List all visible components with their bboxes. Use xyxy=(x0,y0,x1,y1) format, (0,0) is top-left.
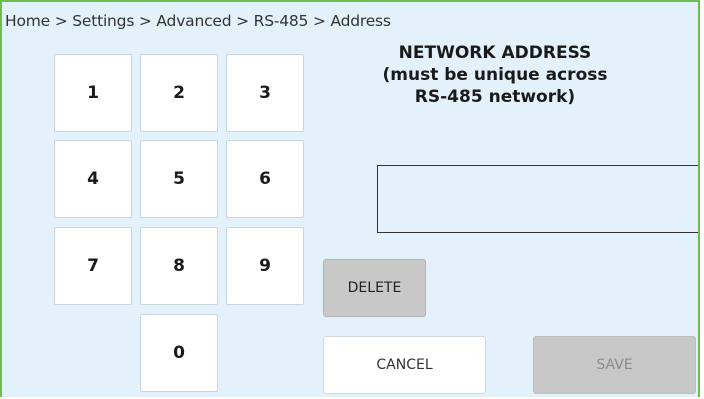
keypad-key-5[interactable]: 5 xyxy=(140,140,218,218)
title-line-2: (must be unique across xyxy=(382,65,608,85)
keypad-key-9[interactable]: 9 xyxy=(226,227,304,305)
keypad-key-3[interactable]: 3 xyxy=(226,54,304,132)
keypad-key-8[interactable]: 8 xyxy=(140,227,218,305)
save-button[interactable]: SAVE xyxy=(533,336,696,394)
keypad-key-6[interactable]: 6 xyxy=(226,140,304,218)
title-line-1: NETWORK ADDRESS xyxy=(398,43,592,63)
keypad-key-0[interactable]: 0 xyxy=(140,314,218,392)
delete-button[interactable]: DELETE xyxy=(323,259,426,317)
keypad-key-4[interactable]: 4 xyxy=(54,140,132,218)
keypad-key-7[interactable]: 7 xyxy=(54,227,132,305)
page-title: NETWORK ADDRESS (must be unique across R… xyxy=(330,42,660,108)
breadcrumb: Home > Settings > Advanced > RS-485 > Ad… xyxy=(5,12,391,30)
keypad-key-2[interactable]: 2 xyxy=(140,54,218,132)
title-line-3: RS-485 network) xyxy=(414,87,576,107)
address-entry-screen: Home > Settings > Advanced > RS-485 > Ad… xyxy=(0,0,700,397)
cancel-button[interactable]: CANCEL xyxy=(323,336,486,394)
keypad-key-1[interactable]: 1 xyxy=(54,54,132,132)
network-address-input[interactable] xyxy=(377,165,698,233)
